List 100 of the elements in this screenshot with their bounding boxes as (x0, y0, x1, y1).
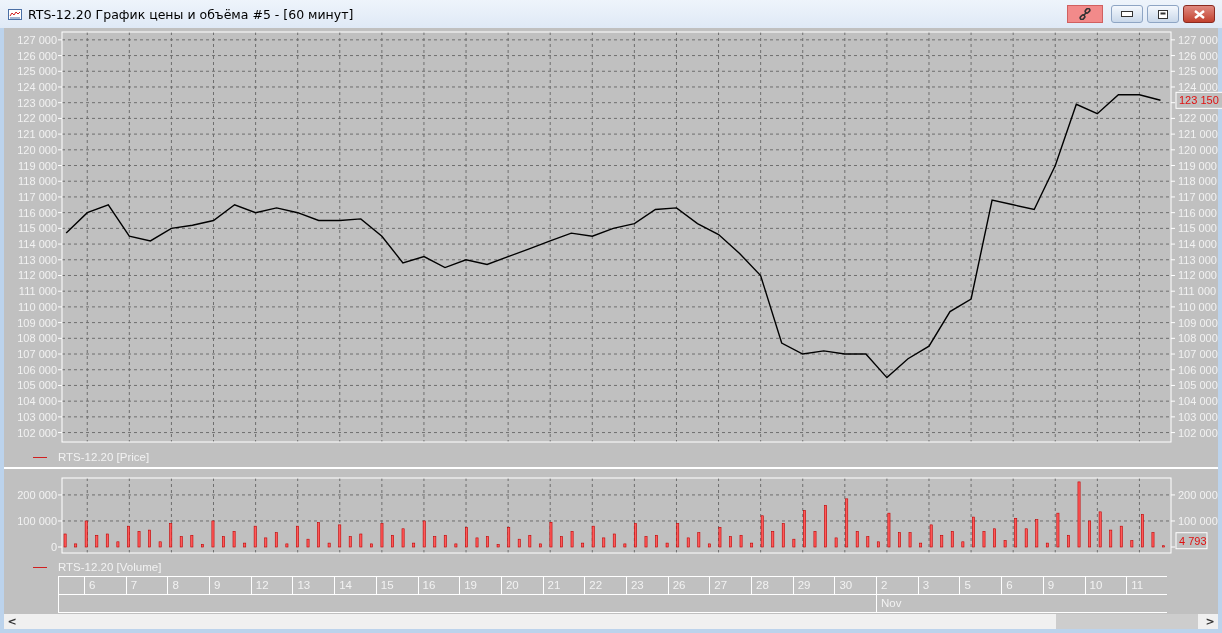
scroll-left-button[interactable]: < (4, 615, 20, 628)
volume-bar (581, 542, 585, 548)
volume-bar (443, 535, 447, 548)
volume-bar (317, 522, 320, 548)
maximize-icon (1158, 9, 1168, 19)
volume-bar (507, 527, 511, 548)
volume-bar (1014, 518, 1018, 548)
minimize-button[interactable] (1111, 5, 1143, 23)
volume-bar (274, 532, 278, 548)
volume-bar (803, 510, 806, 548)
close-button[interactable] (1183, 5, 1215, 23)
volume-bar (1141, 514, 1144, 548)
volume-bar (539, 543, 542, 548)
volume-bar (898, 532, 901, 548)
legend-line (33, 456, 47, 458)
volume-bar (95, 535, 99, 548)
link-button[interactable] (1067, 5, 1103, 23)
volume-bar (982, 531, 986, 548)
volume-bar (348, 536, 352, 548)
volume-bar (1035, 519, 1039, 548)
last-volume-label: 4 793 (1175, 532, 1208, 550)
volume-bar (771, 531, 775, 548)
volume-bar (1119, 525, 1123, 548)
volume-bar (422, 520, 426, 548)
volume-bar (211, 520, 215, 548)
volume-bar (127, 525, 130, 548)
close-icon (1193, 9, 1205, 19)
volume-bar (433, 536, 437, 548)
volume-bar (729, 536, 732, 548)
volume-bar (834, 537, 838, 548)
volume-bar (105, 533, 109, 548)
volume-bar (201, 544, 204, 548)
horizontal-scrollbar[interactable]: < > (4, 614, 1218, 629)
volume-bar (1056, 512, 1060, 548)
volume-bar (708, 543, 711, 548)
volume-bar (718, 527, 722, 548)
volume-bar (1067, 535, 1070, 548)
volume-bar (676, 523, 680, 548)
window-title: RTS-12.20 График цены и объёма #5 - [60 минут] (28, 6, 354, 22)
scroll-right-button[interactable]: > (1202, 615, 1218, 628)
volume-bar (845, 498, 849, 548)
volume-bar (644, 536, 648, 548)
volume-bar (739, 535, 743, 548)
volume-bar (908, 532, 912, 548)
volume-bar (327, 542, 331, 548)
volume-bar (866, 536, 870, 548)
volume-bar (222, 536, 225, 548)
volume-bar (876, 541, 880, 548)
volume-bar (116, 541, 120, 548)
volume-bar (612, 533, 616, 548)
volume-bar (993, 528, 996, 548)
volume-bar (750, 542, 753, 548)
volume-bar (760, 515, 764, 548)
volume-bar (401, 528, 405, 548)
volume-bar (391, 535, 394, 548)
volume-bar (359, 533, 363, 548)
last-price-label: 123 150 (1175, 91, 1222, 109)
maximize-button[interactable] (1147, 5, 1179, 23)
volume-bar (137, 531, 141, 548)
volume-bar (148, 529, 151, 548)
volume-bar (1077, 481, 1081, 548)
volume-bar (929, 524, 933, 548)
volume-bar (465, 527, 468, 548)
volume-bar (84, 520, 88, 548)
volume-bar (813, 531, 817, 548)
volume-bar (338, 524, 342, 548)
volume-bar (454, 543, 458, 548)
minimize-icon (1121, 11, 1133, 17)
legend-line (33, 566, 47, 568)
volume-bar (253, 525, 257, 548)
volume-bar (1109, 529, 1113, 548)
volume-bar (887, 512, 891, 548)
scrollbar-thumb[interactable] (1056, 614, 1198, 629)
volume-bar (1130, 540, 1134, 548)
volume-bar (63, 533, 67, 548)
volume-bar (1045, 542, 1049, 548)
volume-bar (285, 543, 289, 548)
volume-bar (591, 525, 595, 548)
volume-bar (950, 531, 954, 548)
volume-bar (602, 537, 606, 548)
volume-bar (570, 531, 574, 548)
chain-link-icon (1079, 8, 1091, 20)
volume-bar (1024, 528, 1028, 548)
volume-bar (781, 523, 785, 548)
volume-bar (961, 541, 965, 548)
volume-bar (74, 543, 78, 548)
volume-bar (792, 538, 796, 548)
volume-bar (655, 535, 658, 548)
volume-bar (549, 521, 553, 548)
volume-bar (855, 531, 859, 548)
volume-bar (412, 542, 416, 548)
volume-bar (623, 543, 627, 548)
volume-bar (919, 542, 922, 548)
volume-bar (243, 542, 247, 548)
volume-bar (380, 523, 384, 548)
volume-bar (686, 537, 690, 548)
volume-bar (697, 532, 701, 548)
volume-bar (940, 535, 944, 548)
volume-bar (560, 536, 563, 548)
volume-bar (264, 537, 268, 548)
